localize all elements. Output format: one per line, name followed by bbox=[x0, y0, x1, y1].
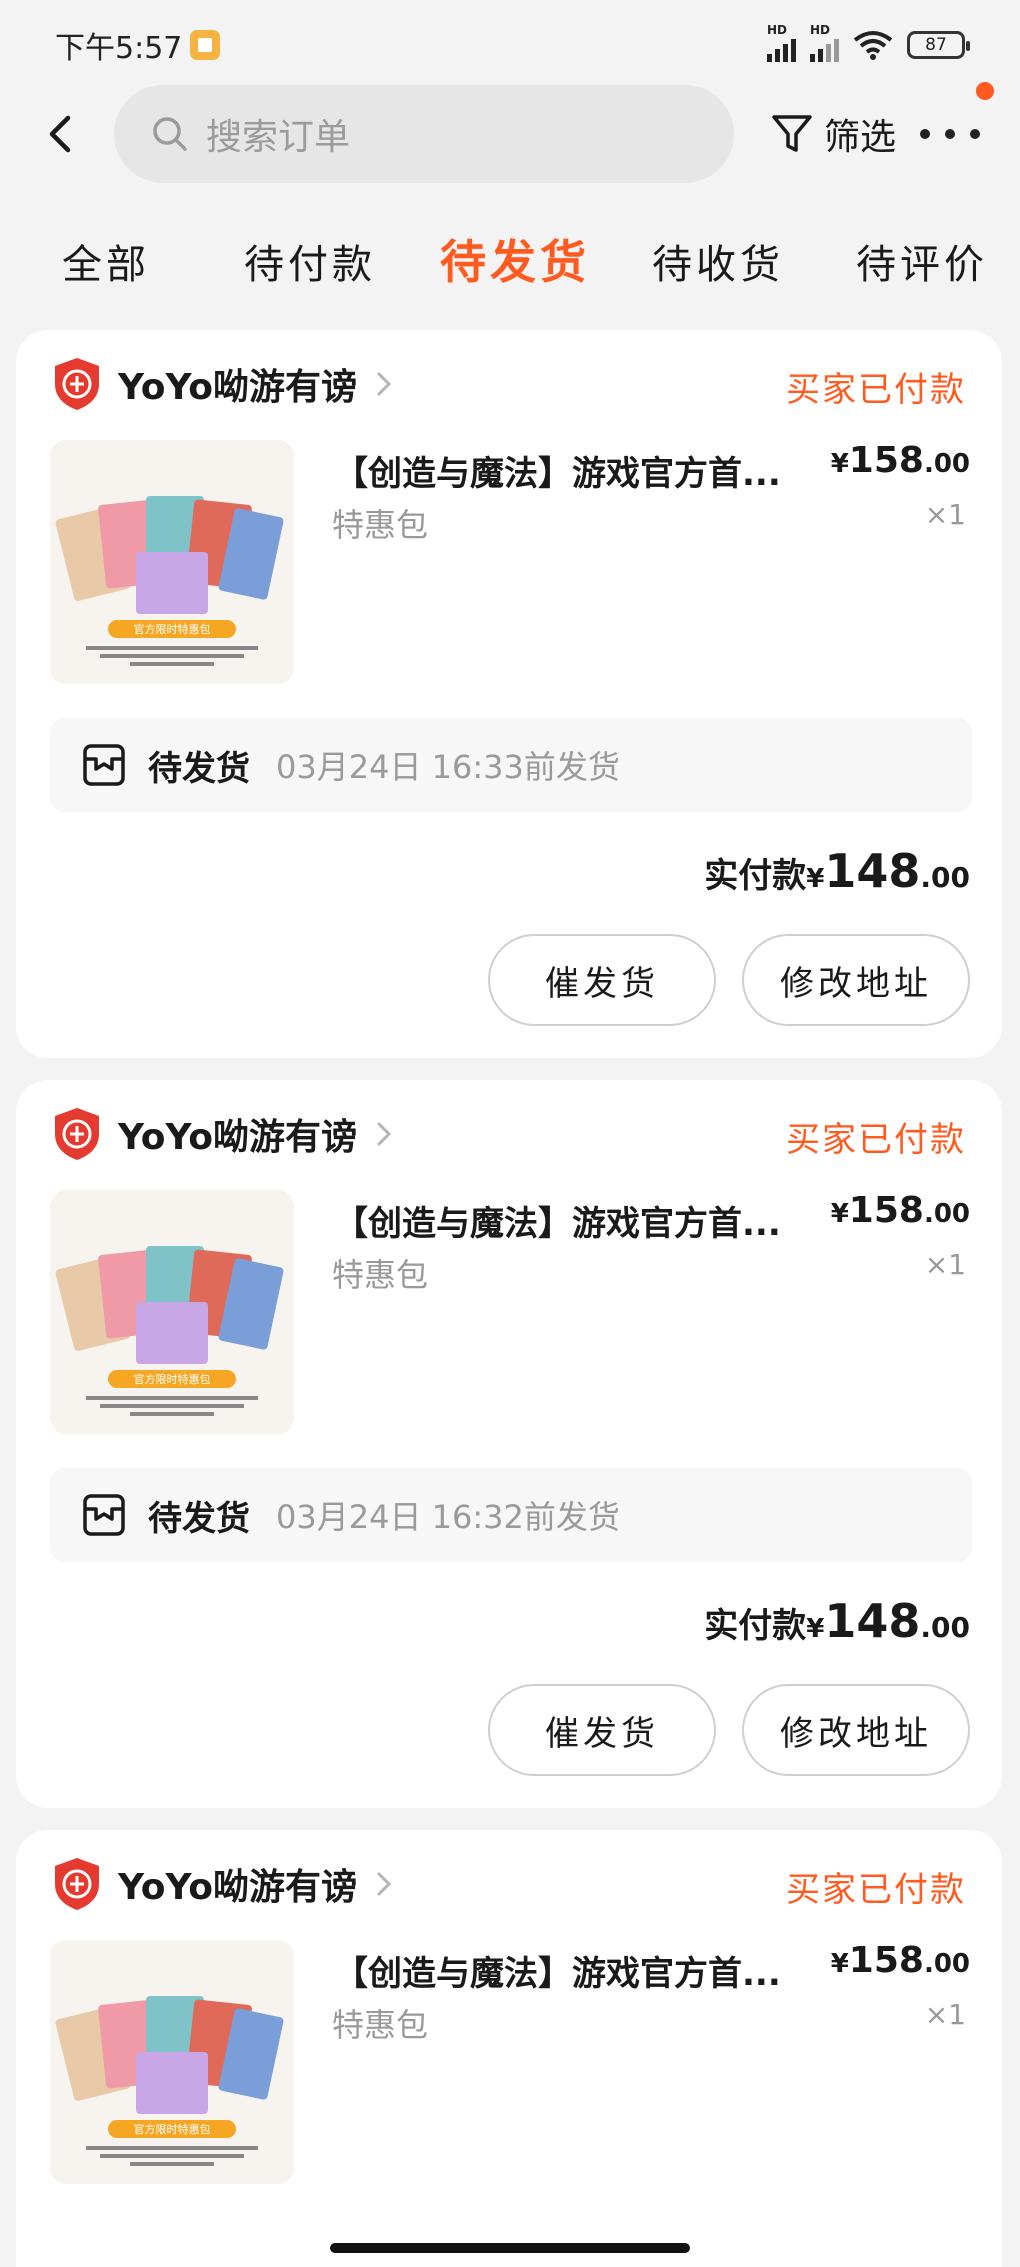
order-card[interactable]: YoYo呦游有谤 买家已付款 官方限时特惠包 【创造与魔法】游戏官方首... 特… bbox=[16, 1080, 1002, 1808]
shop-name: YoYo呦游有谤 bbox=[118, 1867, 357, 1908]
product-quantity: ×1 bbox=[924, 498, 966, 531]
home-indicator[interactable] bbox=[330, 2243, 690, 2253]
order-card[interactable]: YoYo呦游有谤 买家已付款 官方限时特惠包 【创造与魔法】游戏官方首... 特… bbox=[16, 330, 1002, 1058]
product-sku: 特惠包 bbox=[332, 1256, 429, 1294]
status-bar: 下午5:57 HD HD 87 bbox=[0, 0, 1020, 90]
shop-name: YoYo呦游有谤 bbox=[118, 1117, 357, 1158]
shipping-status-box[interactable]: 待发货 03月24日 16:32前发货 bbox=[50, 1468, 972, 1562]
signal-icon: HD bbox=[767, 23, 796, 62]
modify-address-button[interactable]: 修改地址 bbox=[742, 1684, 970, 1776]
status-time-group: 下午5:57 bbox=[55, 23, 221, 67]
chevron-right-icon bbox=[377, 1122, 392, 1146]
tab-pending-receipt[interactable]: 待收货 bbox=[652, 232, 784, 290]
paid-int: 148 bbox=[824, 844, 921, 898]
paid-label: 实付款 bbox=[704, 1606, 807, 1646]
urge-shipment-button[interactable]: 催发货 bbox=[488, 934, 716, 1026]
order-status: 买家已付款 bbox=[786, 1870, 966, 1910]
paid-label: 实付款 bbox=[704, 856, 807, 896]
urge-shipment-button[interactable]: 催发货 bbox=[488, 1684, 716, 1776]
clock: 下午5:57 bbox=[55, 31, 183, 66]
paid-dec: .00 bbox=[920, 861, 970, 894]
hd-label: HD bbox=[767, 22, 788, 37]
order-status: 买家已付款 bbox=[786, 1120, 966, 1160]
product-title[interactable]: 【创造与魔法】游戏官方首... bbox=[334, 1196, 844, 1245]
product-sku: 特惠包 bbox=[332, 506, 429, 544]
product-image[interactable]: 官方限时特惠包 bbox=[50, 440, 294, 684]
back-button[interactable] bbox=[30, 104, 90, 164]
package-icon bbox=[83, 744, 125, 786]
product-sku: 特惠包 bbox=[332, 2006, 429, 2044]
product-price: ¥158.00 bbox=[830, 1190, 970, 1231]
product-image[interactable]: 官方限时特惠包 bbox=[50, 1190, 294, 1434]
search-placeholder: 搜索订单 bbox=[206, 117, 351, 158]
tab-pending-shipment[interactable]: 待发货 bbox=[440, 226, 590, 292]
product-quantity: ×1 bbox=[924, 1998, 966, 2031]
package-icon bbox=[83, 1494, 125, 1536]
chevron-right-icon bbox=[377, 372, 392, 396]
shop-link[interactable]: YoYo呦游有谤 bbox=[52, 356, 395, 412]
search-input[interactable]: 搜索订单 bbox=[114, 85, 734, 183]
modify-address-button[interactable]: 修改地址 bbox=[742, 934, 970, 1026]
signal-icon: HD bbox=[810, 23, 839, 62]
product-title[interactable]: 【创造与魔法】游戏官方首... bbox=[334, 446, 844, 495]
paid-dec: .00 bbox=[920, 1611, 970, 1644]
header: 搜索订单 筛选 bbox=[0, 82, 1020, 184]
tab-all[interactable]: 全部 bbox=[62, 232, 150, 290]
paid-amount: 实付款 ¥ 148 .00 bbox=[704, 1594, 970, 1648]
product-image[interactable]: 官方限时特惠包 bbox=[50, 1940, 294, 2184]
paid-currency: ¥ bbox=[806, 864, 825, 894]
shipping-status-box[interactable]: 待发货 03月24日 16:33前发货 bbox=[50, 718, 972, 812]
tab-pending-payment[interactable]: 待付款 bbox=[244, 232, 376, 290]
shop-link[interactable]: YoYo呦游有谤 bbox=[52, 1856, 395, 1912]
wifi-icon bbox=[853, 31, 893, 60]
image-banner-text: 官方限时特惠包 bbox=[134, 622, 211, 636]
product-price: ¥158.00 bbox=[830, 440, 970, 481]
shop-link[interactable]: YoYo呦游有谤 bbox=[52, 1106, 395, 1162]
battery-icon: 87 bbox=[907, 31, 970, 59]
chevron-right-icon bbox=[377, 1872, 392, 1896]
paid-amount: 实付款 ¥ 148 .00 bbox=[704, 844, 970, 898]
tab-pending-review[interactable]: 待评价 bbox=[856, 232, 988, 290]
shop-name: YoYo呦游有谤 bbox=[118, 367, 357, 408]
paid-int: 148 bbox=[824, 1594, 921, 1648]
notification-dot bbox=[976, 82, 994, 100]
image-banner-text: 官方限时特惠包 bbox=[134, 1372, 211, 1386]
ship-deadline: 03月24日 16:32前发货 bbox=[276, 1498, 620, 1536]
product-quantity: ×1 bbox=[924, 1248, 966, 1281]
order-tabs: 全部 待付款 待发货 待收货 待评价 bbox=[0, 222, 1020, 292]
ship-deadline: 03月24日 16:33前发货 bbox=[276, 748, 620, 786]
filter-label: 筛选 bbox=[824, 117, 897, 158]
status-indicators: HD HD 87 bbox=[767, 23, 970, 62]
order-card[interactable]: YoYo呦游有谤 买家已付款 官方限时特惠包 【创造与魔法】游戏官方首... 特… bbox=[16, 1830, 1002, 2267]
shop-logo-icon bbox=[55, 1108, 99, 1160]
order-status: 买家已付款 bbox=[786, 370, 966, 410]
filter-icon bbox=[772, 115, 812, 152]
battery-level: 87 bbox=[925, 35, 947, 55]
shop-logo-icon bbox=[55, 1858, 99, 1910]
hd-label: HD bbox=[810, 22, 831, 37]
chevron-left-icon bbox=[49, 115, 71, 153]
image-banner-text: 官方限时特惠包 bbox=[134, 2122, 211, 2136]
filter-button[interactable]: 筛选 bbox=[770, 108, 896, 160]
more-button[interactable] bbox=[920, 82, 994, 154]
product-price: ¥158.00 bbox=[830, 1940, 970, 1981]
search-icon bbox=[153, 117, 187, 151]
shop-logo-icon bbox=[55, 358, 99, 410]
notification-icon bbox=[190, 30, 221, 60]
product-title[interactable]: 【创造与魔法】游戏官方首... bbox=[334, 1946, 844, 1995]
ship-status: 待发货 bbox=[148, 748, 250, 789]
paid-currency: ¥ bbox=[806, 1614, 825, 1644]
ship-status: 待发货 bbox=[148, 1498, 250, 1539]
